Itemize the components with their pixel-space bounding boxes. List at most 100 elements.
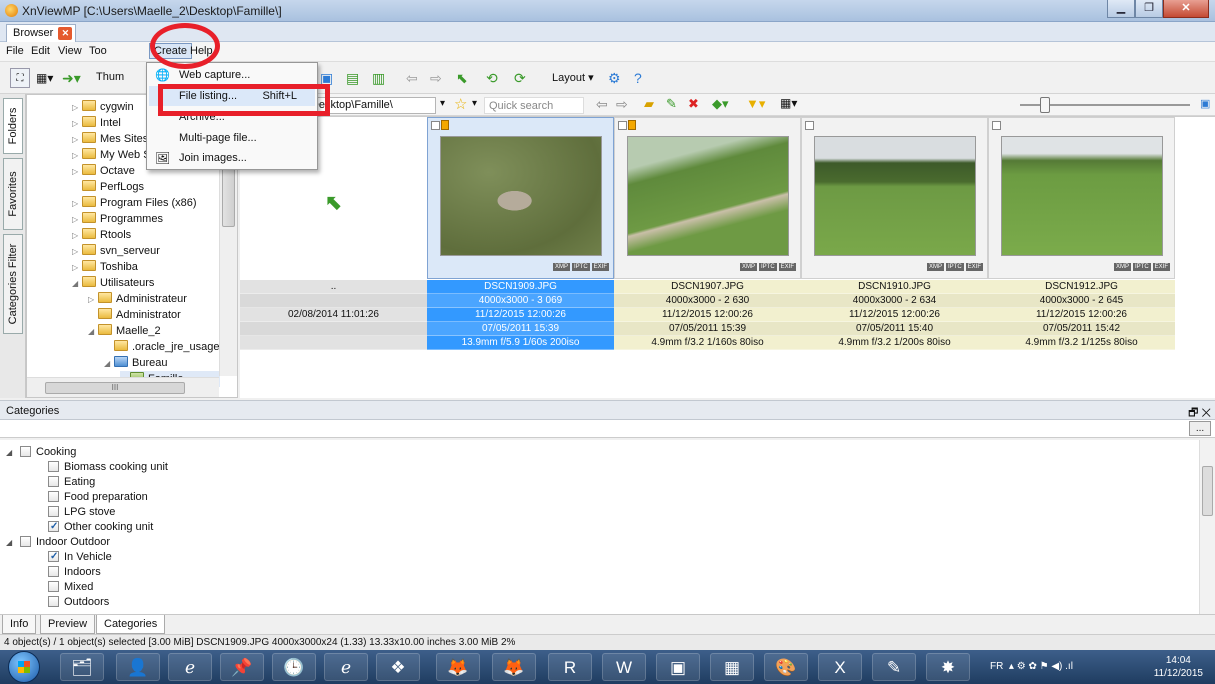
- tree-horizontal-scrollbar[interactable]: III: [27, 377, 219, 397]
- menu-tools[interactable]: Too: [89, 45, 107, 57]
- category-group[interactable]: ◢ Indoor Outdoor: [6, 535, 110, 550]
- forward-arrow-icon[interactable]: ⇨: [430, 68, 442, 88]
- prev-icon[interactable]: ⇦: [596, 96, 608, 113]
- category-checkbox[interactable]: [48, 581, 59, 592]
- tree-node[interactable]: ▷ Mes Sites: [72, 131, 148, 147]
- thumbnail-item[interactable]: XMP IPTC EXIF DSCN1909.JPG 4000x3000 - 3 0…: [427, 117, 614, 351]
- go-icon[interactable]: ➜▾: [62, 68, 81, 88]
- language-indicator[interactable]: FR: [990, 661, 1003, 672]
- firefox-taskbar-icon[interactable]: 🦊: [436, 653, 480, 681]
- start-button[interactable]: [8, 651, 40, 683]
- category-item[interactable]: Outdoors: [48, 595, 109, 610]
- tab-categories[interactable]: Categories: [96, 615, 166, 634]
- category-group[interactable]: ◢ Cooking: [6, 445, 76, 460]
- notepad-taskbar-icon[interactable]: ✎: [872, 653, 916, 681]
- layout-dropdown[interactable]: Layout ▾: [552, 71, 594, 84]
- menu-item-join-images[interactable]: 🖼 Join images...: [149, 148, 315, 168]
- tree-node[interactable]: ◢ Bureau: [104, 355, 167, 371]
- tree-node[interactable]: ▷ Program Files (x86): [72, 195, 197, 211]
- close-tab-icon[interactable]: ✕: [58, 27, 73, 40]
- category-checkbox[interactable]: [20, 446, 31, 457]
- fullscreen-icon[interactable]: ⛶: [10, 68, 30, 88]
- tab-browser[interactable]: Browser ✕: [6, 24, 77, 42]
- favorite-star-icon[interactable]: ☆: [454, 95, 467, 113]
- path-dropdown-icon[interactable]: ▾: [440, 98, 445, 109]
- next-icon[interactable]: ⇨: [616, 96, 628, 113]
- xnview-taskbar-icon[interactable]: ✸: [926, 653, 970, 681]
- category-item[interactable]: Other cooking unit: [48, 519, 153, 535]
- tree-node[interactable]: ▷ svn_serveur: [72, 243, 160, 259]
- thumbnail-item[interactable]: XMP IPTC EXIF DSCN1910.JPG 4000x3000 - 2 6…: [801, 117, 988, 351]
- paint-taskbar-icon[interactable]: 🎨: [764, 653, 808, 681]
- filter-icon[interactable]: ▼▾: [746, 96, 765, 112]
- category-item[interactable]: Biomass cooking unit: [48, 460, 168, 475]
- category-checkbox[interactable]: [48, 506, 59, 517]
- select-checkbox[interactable]: [805, 121, 814, 130]
- new-folder-icon[interactable]: ▰: [644, 96, 654, 112]
- dropbox-taskbar-icon[interactable]: ❖: [376, 653, 420, 681]
- excel-taskbar-icon[interactable]: X: [818, 653, 862, 681]
- firefox2-taskbar-icon[interactable]: 🦊: [492, 653, 536, 681]
- tree-node[interactable]: ▷ cygwin: [72, 99, 134, 115]
- minimize-button[interactable]: ▁: [1107, 0, 1135, 18]
- menu-file[interactable]: File: [6, 45, 24, 57]
- tree-node[interactable]: ▷ Intel: [72, 115, 121, 131]
- pin-taskbar-icon[interactable]: 📌: [220, 653, 264, 681]
- tree-node[interactable]: ▷ My Web S: [72, 147, 151, 163]
- ie2-taskbar-icon[interactable]: ℯ: [324, 653, 368, 681]
- tab-folders[interactable]: Folders: [3, 98, 23, 154]
- settings-gear-icon[interactable]: ⚙: [608, 68, 621, 88]
- category-item[interactable]: Mixed: [48, 580, 93, 595]
- category-checkbox[interactable]: [48, 461, 59, 472]
- clock-taskbar-icon[interactable]: 🕒: [272, 653, 316, 681]
- tree-node[interactable]: ▷ Administrateur: [88, 291, 187, 307]
- category-checkbox[interactable]: [48, 491, 59, 502]
- tab-preview[interactable]: Preview: [40, 615, 96, 634]
- thumbnail-item[interactable]: XMP IPTC EXIF DSCN1912.JPG 4000x3000 - 2 6…: [988, 117, 1175, 351]
- tree-node[interactable]: Administrator: [88, 307, 181, 323]
- up-arrow-icon[interactable]: ⬉: [456, 68, 468, 88]
- ie-taskbar-icon[interactable]: ℯ: [168, 653, 212, 681]
- thumbnail-item[interactable]: XMP IPTC EXIF DSCN1907.JPG 4000x3000 - 2 6…: [614, 117, 801, 351]
- tag-icon[interactable]: ◆▾: [712, 96, 729, 112]
- tree-node[interactable]: ▷ Rtools: [72, 227, 131, 243]
- rotate-right-icon[interactable]: ⟳: [514, 68, 526, 88]
- tree-node[interactable]: PerfLogs: [72, 179, 144, 195]
- tab-info[interactable]: Info: [2, 615, 37, 634]
- star-dropdown-icon[interactable]: ▾: [472, 98, 477, 109]
- category-item[interactable]: Indoors: [48, 565, 101, 580]
- panel-toggle-icon[interactable]: ▣: [1200, 97, 1210, 110]
- calculator-taskbar-icon[interactable]: ▦: [710, 653, 754, 681]
- category-checkbox[interactable]: [48, 476, 59, 487]
- taskbar-clock[interactable]: 14:04 11/12/2015: [1154, 654, 1203, 680]
- r-taskbar-icon[interactable]: R: [548, 653, 592, 681]
- category-checkbox[interactable]: [48, 596, 59, 607]
- slideshow-icon[interactable]: ▤: [346, 68, 359, 88]
- word-taskbar-icon[interactable]: W: [602, 653, 646, 681]
- select-checkbox[interactable]: [431, 121, 440, 130]
- rename-icon[interactable]: ✎: [666, 96, 677, 112]
- select-checkbox[interactable]: [992, 121, 1001, 130]
- thumbnail-size-slider[interactable]: [1020, 97, 1190, 113]
- category-item[interactable]: Food preparation: [48, 490, 148, 505]
- sort-icon[interactable]: ▦▾: [780, 96, 797, 110]
- tab-categories-filter[interactable]: Categories Filter: [3, 234, 23, 334]
- tab-favorites[interactable]: Favorites: [3, 158, 23, 230]
- category-checkbox[interactable]: [20, 536, 31, 547]
- tree-node[interactable]: ◢ Maelle_2: [88, 323, 161, 339]
- tree-node[interactable]: .oracle_jre_usage: [104, 339, 219, 355]
- explorer-taskbar-icon[interactable]: 🗂: [60, 653, 104, 681]
- close-button[interactable]: ✕: [1163, 0, 1209, 18]
- categories-scrollbar[interactable]: [1199, 440, 1215, 614]
- category-item[interactable]: In Vehicle: [48, 549, 112, 565]
- batch-icon[interactable]: ▥: [372, 68, 385, 88]
- delete-icon[interactable]: ✖: [688, 96, 699, 112]
- category-checkbox-checked[interactable]: [48, 519, 59, 534]
- category-checkbox[interactable]: [48, 566, 59, 577]
- category-checkbox-checked[interactable]: [48, 549, 59, 564]
- maximize-button[interactable]: ❐: [1135, 0, 1163, 18]
- help-icon[interactable]: ?: [634, 68, 642, 88]
- select-checkbox[interactable]: [618, 121, 627, 130]
- menu-view[interactable]: View: [58, 45, 82, 57]
- quick-search-input[interactable]: Quick search: [484, 97, 584, 114]
